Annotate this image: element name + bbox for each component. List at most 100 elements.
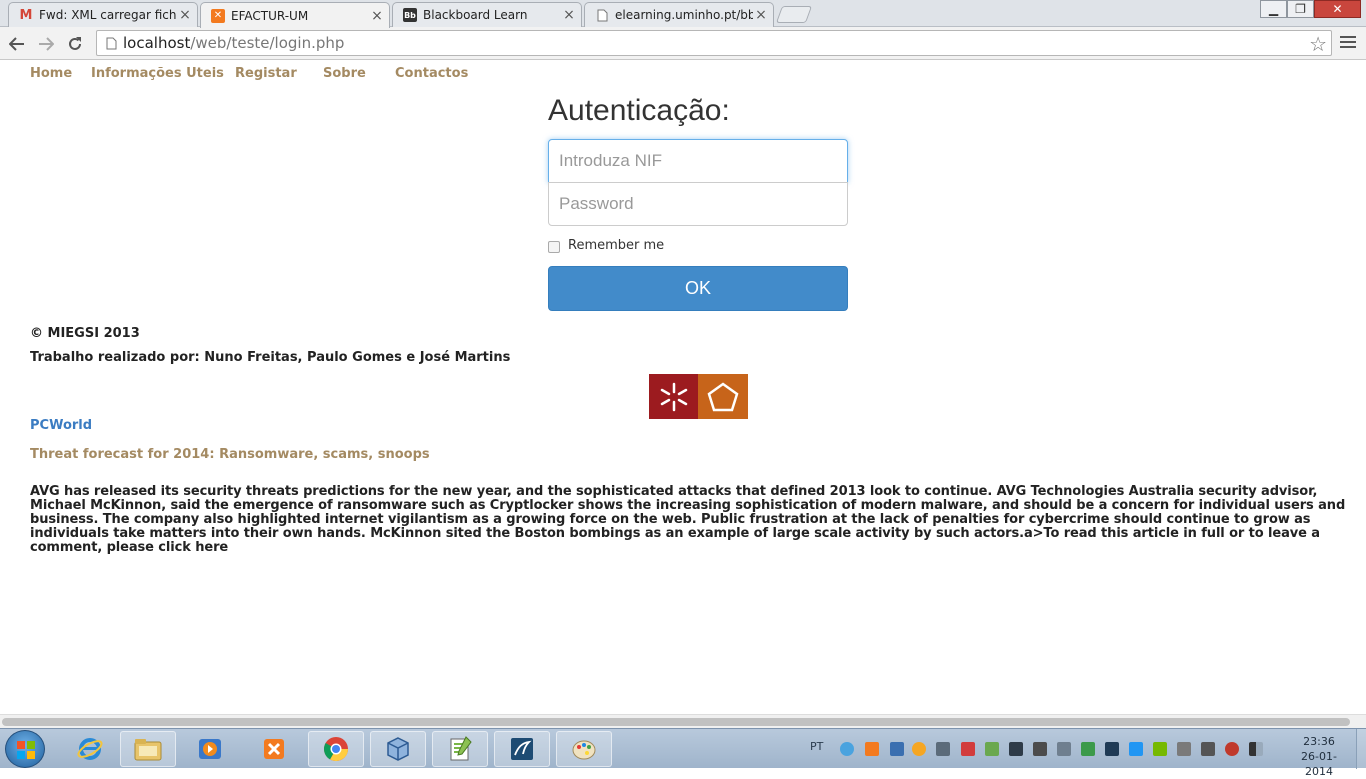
maximize-button[interactable]: ❐ — [1287, 0, 1314, 18]
volume-icon[interactable] — [1057, 742, 1071, 756]
input-language-indicator[interactable]: PT — [810, 740, 823, 753]
address-bar[interactable]: localhost/web/teste/login.php ☆ — [96, 30, 1332, 56]
taskbar-media-player[interactable] — [182, 731, 238, 767]
uminho-logo — [649, 374, 748, 419]
close-window-button[interactable]: ✕ — [1314, 0, 1361, 18]
back-arrow-icon — [9, 37, 24, 51]
password-input[interactable] — [548, 182, 848, 226]
horizontal-scrollbar[interactable] — [0, 714, 1366, 728]
antivirus-icon[interactable] — [1081, 742, 1095, 756]
tab-strip: M Fwd: XML carregar ficheiro × ✕ EFACTUR… — [0, 0, 1366, 28]
article-title-link[interactable]: Threat forecast for 2014: Ransomware, sc… — [30, 447, 430, 462]
bluetooth-icon[interactable] — [1129, 742, 1143, 756]
printer-icon[interactable] — [1033, 742, 1047, 756]
tab-close-icon[interactable]: × — [753, 7, 769, 23]
display-icon[interactable] — [1009, 742, 1023, 756]
virtualbox-icon — [387, 737, 409, 761]
mute-icon[interactable] — [1225, 742, 1239, 756]
monitor-icon[interactable] — [936, 742, 950, 756]
url-path: /web/teste/login.php — [190, 34, 345, 52]
tab-label: elearning.uminho.pt/bbcsw — [615, 8, 753, 22]
back-button[interactable] — [5, 32, 29, 56]
page-icon — [101, 33, 121, 53]
update-icon[interactable] — [985, 742, 999, 756]
xampp-icon: ✕ — [211, 8, 225, 23]
taskbar-mysql-workbench[interactable] — [494, 731, 550, 767]
taskbar-paint[interactable] — [556, 731, 612, 767]
taskbar-xampp-control[interactable] — [246, 731, 302, 767]
internet-explorer-icon — [77, 738, 103, 760]
taskbar-virtualbox[interactable] — [370, 731, 426, 767]
file-explorer-icon — [134, 739, 162, 761]
avast-icon[interactable] — [912, 742, 926, 756]
scrollbar-thumb[interactable] — [2, 718, 1350, 726]
usb-icon[interactable] — [1177, 742, 1191, 756]
remember-me-checkbox[interactable] — [548, 241, 560, 253]
chrome-icon — [323, 737, 348, 762]
new-tab-button[interactable] — [775, 6, 813, 23]
network-drive-icon[interactable] — [890, 742, 904, 756]
tab-close-icon[interactable]: × — [177, 7, 193, 23]
reload-icon — [69, 37, 81, 50]
remember-me-label: Remember me — [568, 238, 665, 253]
tab-label: Fwd: XML carregar ficheiro — [39, 8, 177, 22]
taskbar-notepad-plus-plus[interactable] — [432, 731, 488, 767]
tab-gmail[interactable]: M Fwd: XML carregar ficheiro × — [8, 2, 198, 27]
reload-button[interactable] — [63, 32, 87, 56]
browser-toolbar: localhost/web/teste/login.php ☆ — [0, 28, 1366, 60]
bookmark-star-icon[interactable]: ☆ — [1309, 32, 1327, 56]
forward-button[interactable] — [34, 32, 58, 56]
feed-source-link[interactable]: PCWorld — [30, 418, 92, 433]
media-player-icon — [199, 739, 221, 759]
nav-sobre[interactable]: Sobre — [323, 66, 366, 81]
nav-informacoes-uteis[interactable]: Informações Uteis — [91, 66, 224, 81]
tab-elearning[interactable]: elearning.uminho.pt/bbcsw × — [584, 2, 774, 27]
blackboard-icon: Bb — [403, 8, 417, 22]
page-content: Home Informações Uteis Registar Sobre Co… — [0, 61, 1366, 714]
notepad-plus-plus-icon — [450, 736, 472, 761]
xampp-tray-icon[interactable] — [865, 742, 879, 756]
tab-label: EFACTUR-UM — [231, 8, 309, 23]
clock-time: 23:36 — [1303, 735, 1335, 748]
clock-date: 26-01-2014 — [1301, 750, 1337, 778]
paint-icon — [572, 740, 596, 760]
tab-blackboard[interactable]: Bb Blackboard Learn × — [392, 2, 582, 27]
taskbar-internet-explorer[interactable] — [62, 731, 118, 767]
gmail-icon: M — [19, 7, 33, 23]
ok-button[interactable]: OK — [548, 266, 848, 311]
nav-registar[interactable]: Registar — [235, 66, 297, 81]
nav-home[interactable]: Home — [30, 66, 72, 81]
show-desktop-button[interactable] — [1356, 729, 1366, 769]
nif-input[interactable] — [548, 139, 848, 183]
remember-me[interactable]: Remember me — [548, 238, 664, 253]
windows-taskbar: PT 23:36 26-01-2014 — [0, 728, 1366, 778]
wifi-signal-icon[interactable] — [1249, 742, 1263, 756]
url-host: localhost — [123, 34, 191, 52]
nvidia-icon[interactable] — [1153, 742, 1167, 756]
windows-logo-icon — [17, 741, 35, 759]
taskbar-chrome[interactable] — [308, 731, 364, 767]
forward-arrow-icon — [39, 37, 54, 51]
battery-icon[interactable] — [1201, 742, 1215, 756]
tab-efactur[interactable]: ✕ EFACTUR-UM × — [200, 2, 390, 28]
menu-icon[interactable] — [1340, 36, 1356, 51]
cloud-sync-icon[interactable] — [840, 742, 854, 756]
tab-close-icon[interactable]: × — [369, 8, 385, 24]
minimize-button[interactable]: ▁ — [1260, 0, 1287, 18]
system-clock[interactable]: 23:36 26-01-2014 — [1288, 734, 1350, 779]
alert-icon[interactable] — [961, 742, 975, 756]
mysql-workbench-icon — [511, 738, 533, 760]
nav-contactos[interactable]: Contactos — [395, 66, 468, 81]
tab-label: Blackboard Learn — [423, 8, 528, 22]
start-button[interactable] — [5, 730, 45, 768]
browser-chrome: M Fwd: XML carregar ficheiro × ✕ EFACTUR… — [0, 0, 1366, 60]
uminho-star-icon — [649, 374, 698, 419]
page-icon — [595, 8, 609, 22]
xampp-control-icon — [264, 739, 284, 759]
credits-text: Trabalho realizado por: Nuno Freitas, Pa… — [30, 350, 511, 365]
login-heading: Autenticação: — [548, 94, 730, 127]
url-text: localhost/web/teste/login.php — [123, 34, 344, 52]
tab-close-icon[interactable]: × — [561, 7, 577, 23]
taskbar-file-explorer[interactable] — [120, 731, 176, 767]
security-icon[interactable] — [1105, 742, 1119, 756]
